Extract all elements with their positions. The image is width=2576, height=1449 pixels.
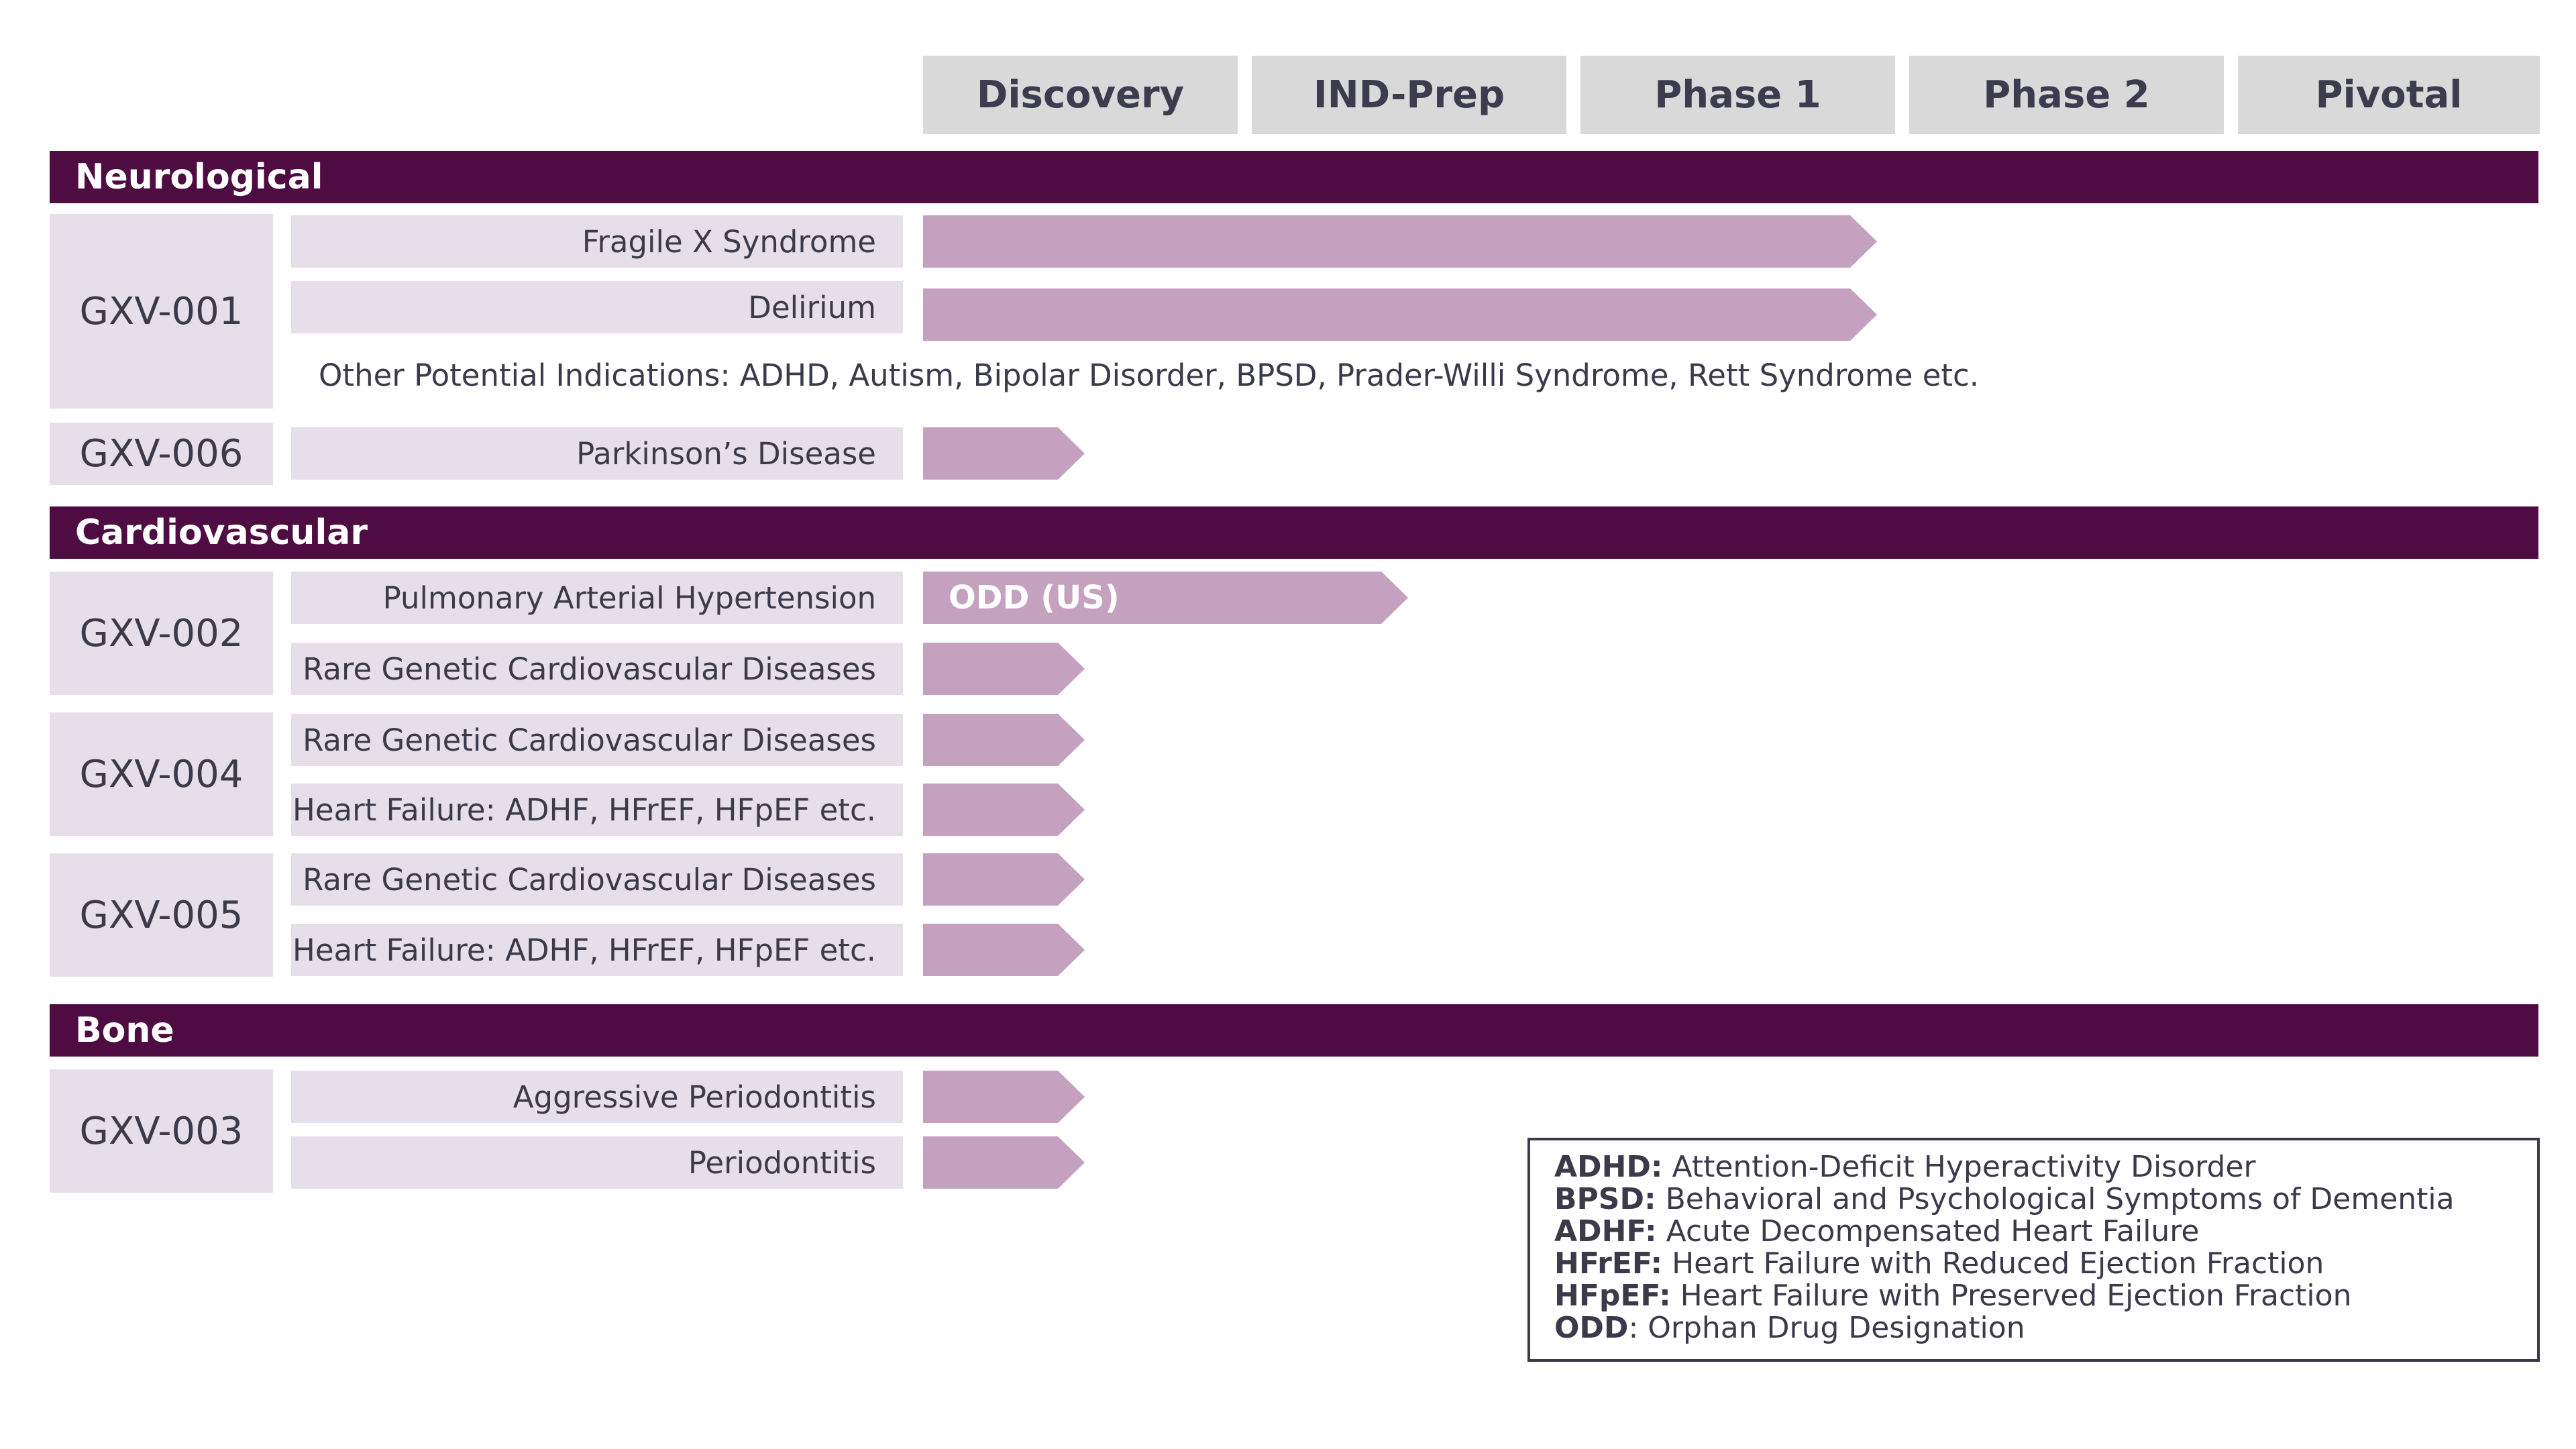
- indication-fragile-x: Fragile X Syndrome: [291, 215, 903, 268]
- legend-text: Behavioral and Psychological Symptoms of…: [1656, 1182, 2455, 1216]
- phase-header-discovery: Discovery: [923, 56, 1238, 134]
- legend-row: HFrEF: Heart Failure with Reduced Ejecti…: [1554, 1248, 2513, 1280]
- indication-rare-genetic-cv-gxv004: Rare Genetic Cardiovascular Diseases: [291, 714, 903, 766]
- indication-pah: Pulmonary Arterial Hypertension: [291, 572, 903, 624]
- section-neurological: Neurological: [50, 151, 2538, 203]
- program-gxv-003: GXV-003: [50, 1069, 273, 1193]
- progress-arrow-heart-failure-gxv005: [923, 924, 1085, 976]
- legend-row: ODD: Orphan Drug Designation: [1554, 1312, 2513, 1344]
- progress-arrow-rare-genetic-cv-gxv005: [923, 853, 1085, 906]
- legend-abbr: ADHF:: [1554, 1214, 1657, 1248]
- progress-arrow-rare-genetic-cv-gxv002: [923, 643, 1085, 695]
- legend-text: : Orphan Drug Designation: [1628, 1311, 2025, 1345]
- progress-arrow-aggressive-periodontitis: [923, 1071, 1085, 1123]
- progress-arrow-heart-failure-gxv004: [923, 784, 1085, 836]
- legend-text: Attention-Deficit Hyperactivity Disorder: [1662, 1150, 2256, 1184]
- legend-abbr: HFpEF:: [1554, 1279, 1671, 1313]
- abbreviation-legend: ADHD: Attention-Deficit Hyperactivity Di…: [1527, 1138, 2540, 1362]
- phase-header-pivotal: Pivotal: [2238, 56, 2540, 134]
- legend-row: BPSD: Behavioral and Psychological Sympt…: [1554, 1183, 2513, 1216]
- odd-us-badge: ODD (US): [949, 579, 1120, 616]
- indication-heart-failure-gxv005: Heart Failure: ADHF, HFrEF, HFpEF etc.: [291, 924, 903, 976]
- program-gxv-001: GXV-001: [50, 214, 273, 409]
- program-gxv-002: GXV-002: [50, 572, 273, 695]
- indication-delirium: Delirium: [291, 281, 903, 333]
- section-bone: Bone: [50, 1004, 2538, 1057]
- progress-arrow-parkinsons: [923, 427, 1085, 480]
- legend-text: Heart Failure with Preserved Ejection Fr…: [1670, 1279, 2352, 1313]
- progress-arrow-delirium: [923, 288, 1877, 341]
- progress-arrow-pah: ODD (US): [923, 572, 1408, 624]
- progress-arrow-fragile-x: [923, 215, 1877, 268]
- indication-rare-genetic-cv-gxv002: Rare Genetic Cardiovascular Diseases: [291, 643, 903, 695]
- indication-aggressive-periodontitis: Aggressive Periodontitis: [291, 1071, 903, 1123]
- legend-abbr: BPSD:: [1554, 1182, 1656, 1216]
- phase-header-phase-1: Phase 1: [1580, 56, 1895, 134]
- section-cardiovascular: Cardiovascular: [50, 506, 2538, 559]
- phase-header-ind-prep: IND-Prep: [1252, 56, 1566, 134]
- legend-row: HFpEF: Heart Failure with Preserved Ejec…: [1554, 1280, 2513, 1312]
- legend-row: ADHD: Attention-Deficit Hyperactivity Di…: [1554, 1151, 2513, 1183]
- program-gxv-005: GXV-005: [50, 853, 273, 977]
- phase-header-phase-2: Phase 2: [1909, 56, 2224, 134]
- legend-abbr: ODD: [1554, 1311, 1629, 1345]
- indication-periodontitis: Periodontitis: [291, 1136, 903, 1189]
- legend-abbr: HFrEF:: [1554, 1246, 1663, 1281]
- legend-abbr: ADHD:: [1554, 1150, 1663, 1184]
- indication-heart-failure-gxv004: Heart Failure: ADHF, HFrEF, HFpEF etc.: [291, 784, 903, 836]
- legend-row: ADHF: Acute Decompensated Heart Failure: [1554, 1216, 2513, 1248]
- other-indications-note: Other Potential Indications: ADHD, Autis…: [319, 358, 1980, 393]
- indication-parkinsons: Parkinson’s Disease: [291, 427, 903, 480]
- program-gxv-006: GXV-006: [50, 423, 273, 485]
- progress-arrow-rare-genetic-cv-gxv004: [923, 714, 1085, 766]
- legend-text: Heart Failure with Reduced Ejection Frac…: [1662, 1246, 2324, 1281]
- indication-rare-genetic-cv-gxv005: Rare Genetic Cardiovascular Diseases: [291, 853, 903, 906]
- progress-arrow-periodontitis: [923, 1136, 1085, 1189]
- legend-text: Acute Decompensated Heart Failure: [1656, 1214, 2200, 1248]
- program-gxv-004: GXV-004: [50, 712, 273, 836]
